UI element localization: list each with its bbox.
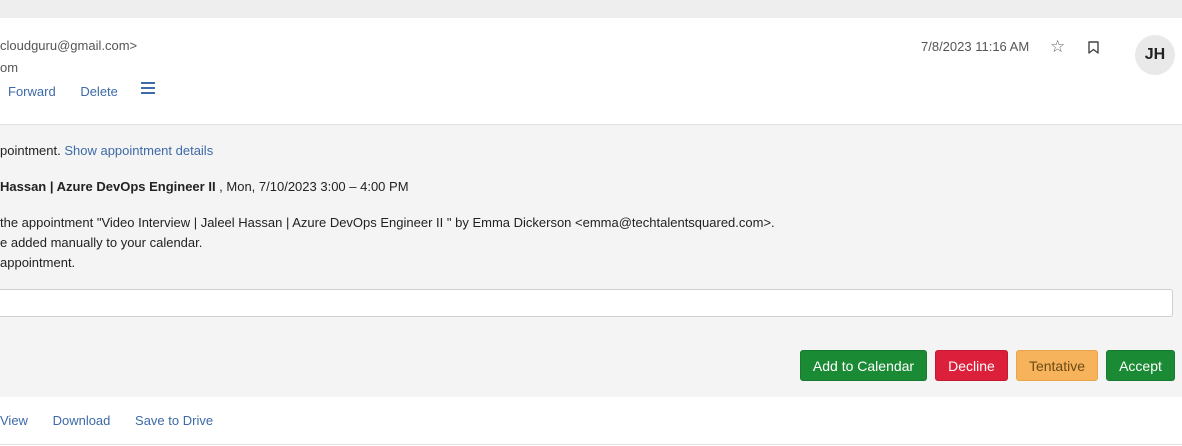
view-link[interactable]: View: [0, 413, 28, 428]
add-to-calendar-button[interactable]: Add to Calendar: [800, 350, 927, 381]
message-header: cloudguru@gmail.com> om Forward Delete 7…: [0, 18, 1182, 125]
decline-button[interactable]: Decline: [935, 350, 1008, 381]
sender-address: cloudguru@gmail.com>: [0, 38, 138, 53]
delete-link[interactable]: Delete: [80, 84, 118, 99]
menu-icon[interactable]: [141, 82, 155, 96]
save-to-drive-link[interactable]: Save to Drive: [135, 413, 213, 428]
tentative-button[interactable]: Tentative: [1016, 350, 1098, 381]
top-bar: [0, 0, 1182, 18]
appointment-panel: pointment. Show appointment details Hass…: [0, 125, 1182, 397]
recipient-address: om: [0, 60, 19, 75]
invite-description-line2: e added manually to your calendar.: [0, 235, 203, 250]
invite-description-line3: appointment.: [0, 255, 76, 270]
attachment-actions: View Download Save to Drive: [0, 413, 234, 428]
comment-input[interactable]: [0, 289, 1173, 317]
star-icon[interactable]: ☆: [1050, 37, 1065, 57]
accept-button[interactable]: Accept: [1106, 350, 1175, 381]
download-link[interactable]: Download: [53, 413, 111, 428]
notice-text: pointment.: [0, 143, 61, 158]
avatar[interactable]: JH: [1135, 35, 1175, 75]
message-actions: Forward Delete: [8, 84, 139, 99]
invite-description-line1: the appointment "Video Interview | Jalee…: [0, 215, 775, 230]
forward-link[interactable]: Forward: [8, 84, 56, 99]
appointment-title: Hassan | Azure DevOps Engineer II , Mon,…: [0, 179, 409, 194]
divider: [0, 444, 1182, 445]
show-details-link[interactable]: Show appointment details: [64, 143, 213, 158]
message-date: 7/8/2023 11:16 AM: [921, 39, 1030, 54]
appointment-title-bold: Hassan | Azure DevOps Engineer II: [0, 179, 216, 194]
appointment-notice: pointment. Show appointment details: [0, 143, 213, 158]
bookmark-icon[interactable]: [1088, 41, 1099, 54]
appointment-time: , Mon, 7/10/2023 3:00 – 4:00 PM: [215, 179, 409, 194]
